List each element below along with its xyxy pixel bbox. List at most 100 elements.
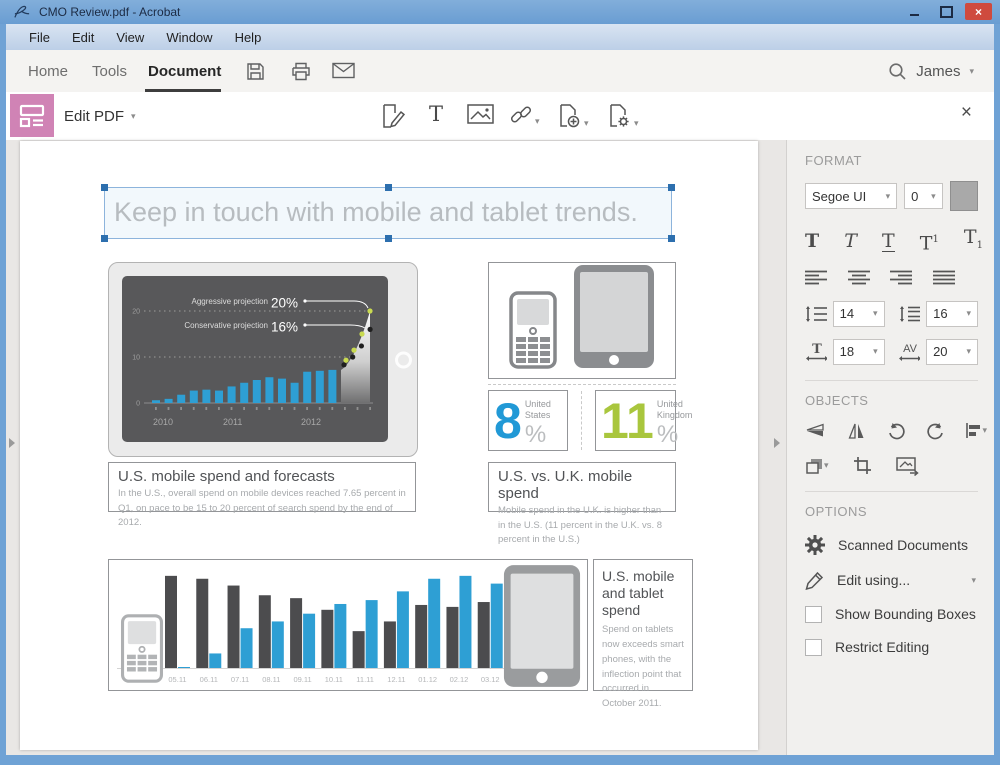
svg-text:10.11: 10.11	[325, 675, 343, 684]
aggressive-dot	[359, 331, 364, 336]
right-pane-expand-icon[interactable]	[774, 438, 780, 448]
print-icon[interactable]	[291, 62, 311, 81]
menu-window[interactable]: Window	[155, 27, 223, 48]
superscript-button[interactable]: T1	[920, 230, 939, 253]
flip-horizontal-button[interactable]	[846, 422, 867, 439]
forecast-bar	[291, 383, 299, 403]
add-image-icon[interactable]	[467, 103, 494, 125]
user-menu[interactable]: James	[916, 63, 960, 80]
tablet-bar	[334, 604, 346, 668]
email-icon[interactable]	[332, 62, 355, 79]
search-icon[interactable]	[888, 62, 907, 81]
left-caption-box[interactable]: U.S. mobile spend and forecasts In the U…	[108, 462, 416, 512]
spend-chart-box[interactable]: 05.1106.1107.1108.1109.1110.1111.1112.11…	[108, 559, 588, 691]
edit-pdf-tool-icon[interactable]	[10, 94, 54, 137]
menu-file[interactable]: File	[18, 27, 61, 48]
rotate-cw-button[interactable]	[926, 422, 945, 440]
add-page-icon[interactable]: ▾	[557, 103, 589, 129]
link-caret-icon[interactable]: ▾	[535, 116, 540, 127]
link-tool-icon[interactable]: ▾	[509, 103, 540, 127]
show-bounding-boxes-option[interactable]: Show Bounding Boxes	[805, 606, 978, 623]
font-color-swatch[interactable]	[950, 181, 978, 211]
stat-us-box[interactable]: 8 UnitedStates %	[488, 390, 568, 451]
page-options-caret-icon[interactable]: ▾	[634, 118, 639, 129]
close-button[interactable]: ×	[965, 3, 992, 20]
smartphone-bar	[290, 598, 302, 668]
show-bounding-boxes-checkbox[interactable]	[805, 606, 822, 623]
arrange-objects-button[interactable]: ▾	[805, 457, 829, 475]
selection-handle[interactable]	[101, 235, 108, 242]
add-page-caret-icon[interactable]: ▾	[584, 118, 589, 129]
smartphone-bar	[259, 595, 271, 668]
bottom-note-box[interactable]: U.S. mobile and tablet spend Spend on ta…	[593, 559, 693, 691]
left-pane-expand-icon[interactable]	[9, 438, 15, 448]
forecast-bar	[265, 377, 273, 403]
align-objects-button[interactable]: ▾	[965, 422, 987, 439]
align-right-button[interactable]	[890, 270, 912, 285]
tablet-bar	[272, 621, 284, 668]
tablet-bar	[209, 653, 221, 668]
forecast-bar	[177, 395, 185, 403]
tab-bar: Home Tools Document James ▾	[6, 50, 994, 92]
selection-handle[interactable]	[385, 184, 392, 191]
headline-text[interactable]: Keep in touch with mobile and tablet tre…	[105, 188, 671, 236]
selection-handle[interactable]	[668, 235, 675, 242]
restrict-editing-checkbox[interactable]	[805, 639, 822, 656]
svg-text:10: 10	[132, 355, 140, 362]
menu-view[interactable]: View	[105, 27, 155, 48]
edit-pdf-caret-icon[interactable]: ▾	[131, 111, 136, 122]
tab-home[interactable]: Home	[28, 50, 68, 92]
align-left-button[interactable]	[805, 270, 827, 285]
page-options-icon[interactable]: ▾	[607, 103, 639, 129]
edit-using-caret-icon[interactable]: ▾	[971, 575, 976, 586]
close-panel-icon[interactable]: ×	[961, 102, 972, 124]
scanned-documents-option[interactable]: Scanned Documents	[805, 535, 978, 555]
right-caption-body: Mobile spend in the U.K. is higher than …	[498, 504, 666, 548]
pdf-page[interactable]: Keep in touch with mobile and tablet tre…	[20, 141, 758, 750]
forecast-tablet-graphic[interactable]: 20100Aggressive projection20%Conservativ…	[108, 262, 418, 457]
save-icon[interactable]	[246, 62, 265, 81]
forecast-bar	[190, 391, 198, 403]
forecast-bar	[202, 390, 210, 403]
restrict-editing-option[interactable]: Restrict Editing	[805, 639, 978, 656]
headline-selection[interactable]: Keep in touch with mobile and tablet tre…	[104, 187, 672, 239]
replace-image-button[interactable]	[896, 456, 920, 476]
tablet-bar	[366, 600, 378, 668]
selection-handle[interactable]	[668, 184, 675, 191]
flip-vertical-button[interactable]	[805, 422, 826, 439]
italic-button[interactable]: T	[844, 231, 857, 251]
crop-button[interactable]	[853, 456, 872, 475]
right-caption-box[interactable]: U.S. vs. U.K. mobile spend Mobile spend …	[488, 462, 676, 512]
menu-help[interactable]: Help	[224, 27, 273, 48]
add-text-icon[interactable]: T	[429, 103, 443, 125]
minimize-button[interactable]	[901, 3, 928, 20]
font-size-select[interactable]: 0▾	[904, 183, 943, 209]
tab-tools[interactable]: Tools	[92, 50, 127, 92]
conservative-dot	[368, 327, 373, 332]
align-center-button[interactable]	[848, 270, 870, 285]
feature-phone-icon	[509, 291, 557, 369]
edit-using-option[interactable]: Edit using... ▾	[805, 571, 978, 590]
character-spacing-select[interactable]: 20▾	[926, 339, 978, 365]
tab-document[interactable]: Document	[148, 50, 221, 92]
maximize-button[interactable]	[933, 3, 960, 20]
selection-handle[interactable]	[385, 235, 392, 242]
rotate-ccw-button[interactable]	[887, 422, 906, 440]
svg-text:0: 0	[136, 401, 140, 408]
stat-uk-box[interactable]: 11 UnitedKingdom %	[595, 390, 676, 451]
line-spacing-select[interactable]: 14▾	[833, 301, 885, 327]
underline-button[interactable]: T	[882, 231, 895, 252]
font-family-select[interactable]: Segoe UI▾	[805, 183, 897, 209]
forecast-bar	[316, 371, 324, 403]
horizontal-scale-select[interactable]: 18▾	[833, 339, 885, 365]
conservative-dot	[341, 362, 346, 367]
selection-handle[interactable]	[101, 184, 108, 191]
bold-button[interactable]: T	[805, 231, 819, 251]
edit-text-images-icon[interactable]	[380, 103, 406, 129]
align-justify-button[interactable]	[933, 270, 955, 285]
devices-graphic-box[interactable]	[488, 262, 676, 379]
menu-edit[interactable]: Edit	[61, 27, 105, 48]
paragraph-spacing-select[interactable]: 16▾	[926, 301, 978, 327]
edit-pdf-label[interactable]: Edit PDF	[64, 108, 124, 125]
subscript-button[interactable]: T1	[964, 227, 983, 256]
